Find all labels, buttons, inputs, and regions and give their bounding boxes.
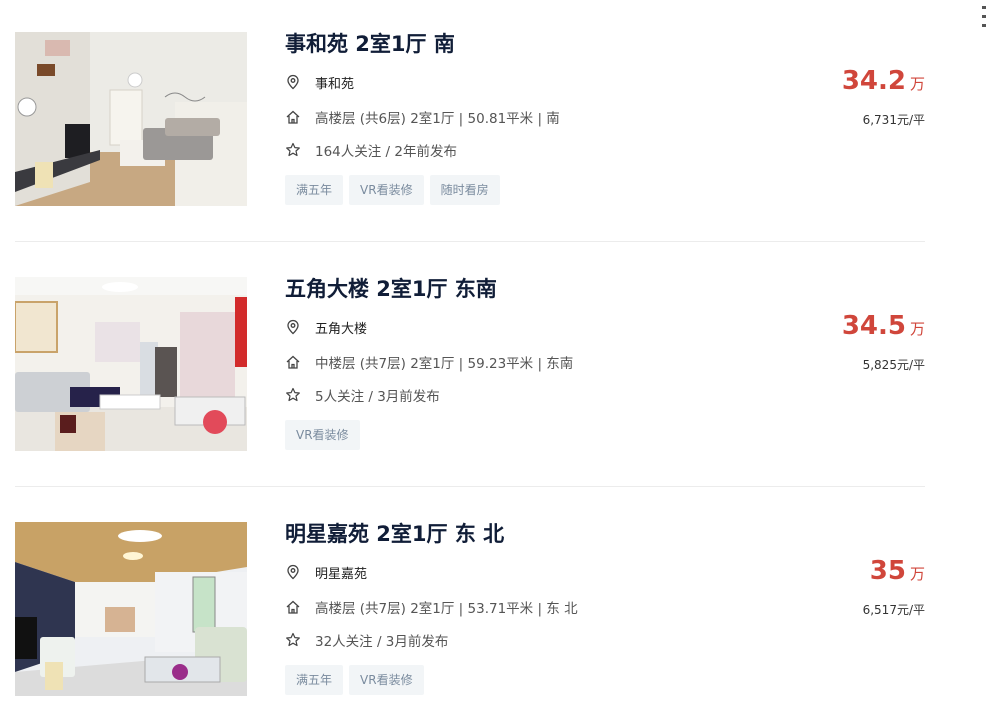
house-info-text: 中楼层 (共7层) 2室1厅 | 59.23平米 | 东南 <box>315 356 574 372</box>
listing-title[interactable]: 五角大楼 2室1厅 东南 <box>285 273 497 303</box>
tag: 满五年 <box>285 665 344 695</box>
star-icon <box>286 632 300 647</box>
community-link[interactable]: 明星嘉苑 <box>315 563 367 582</box>
star-icon <box>286 387 300 402</box>
tag: 满五年 <box>285 175 344 205</box>
house-icon <box>286 110 300 124</box>
follow-row: 5人关注 / 3月前发布 <box>285 385 440 405</box>
tag-list: 满五年 VR看装修 <box>285 665 424 695</box>
divider <box>15 486 925 487</box>
divider <box>15 241 925 242</box>
total-price: 34.2 万 <box>842 66 925 96</box>
house-info-text: 高楼层 (共7层) 2室1厅 | 53.71平米 | 东 北 <box>315 601 578 617</box>
tag: 随时看房 <box>429 175 500 205</box>
location-row: 明星嘉苑 <box>285 562 367 582</box>
community-link[interactable]: 事和苑 <box>315 73 354 92</box>
listing-title[interactable]: 明星嘉苑 2室1厅 东 北 <box>285 518 504 548</box>
tag: VR看装修 <box>349 175 424 205</box>
house-icon <box>286 600 300 614</box>
listing-photo[interactable] <box>15 522 247 696</box>
total-price-unit: 万 <box>909 565 925 583</box>
follow-text: 32人关注 / 3月前发布 <box>315 634 449 650</box>
listing-photo[interactable] <box>15 32 247 206</box>
house-info-text: 高楼层 (共6层) 2室1厅 | 50.81平米 | 南 <box>315 111 560 127</box>
listing-item: 五角大楼 2室1厅 东南 五角大楼 中楼层 (共7层) 2室1厅 | 59.23… <box>15 277 925 487</box>
star-icon <box>286 142 300 157</box>
tag-list: VR看装修 <box>285 420 360 450</box>
total-price: 34.5 万 <box>842 311 925 341</box>
follow-text: 5人关注 / 3月前发布 <box>315 389 440 405</box>
location-row: 事和苑 <box>285 72 354 92</box>
side-toolbar-edge <box>981 0 987 42</box>
total-price: 35 万 <box>870 556 925 586</box>
location-pin-icon <box>287 564 299 580</box>
listing-title[interactable]: 事和苑 2室1厅 南 <box>285 28 455 58</box>
total-price-unit: 万 <box>909 320 925 338</box>
follow-text: 164人关注 / 2年前发布 <box>315 144 457 160</box>
tag: VR看装修 <box>285 420 360 450</box>
house-info-row: 高楼层 (共6层) 2室1厅 | 50.81平米 | 南 <box>285 107 560 127</box>
total-price-value: 34.5 <box>841 311 906 341</box>
total-price-unit: 万 <box>909 75 925 93</box>
listing-item: 事和苑 2室1厅 南 事和苑 高楼层 (共6层) 2室1厅 | 50.81平米 … <box>15 32 925 242</box>
total-price-value: 34.2 <box>841 66 906 96</box>
follow-row: 164人关注 / 2年前发布 <box>285 140 457 160</box>
house-icon <box>286 355 300 369</box>
total-price-value: 35 <box>869 556 906 586</box>
community-link[interactable]: 五角大楼 <box>315 318 367 337</box>
location-pin-icon <box>287 319 299 335</box>
tag: VR看装修 <box>349 665 424 695</box>
location-row: 五角大楼 <box>285 317 367 337</box>
tag-list: 满五年 VR看装修 随时看房 <box>285 175 500 205</box>
house-info-row: 高楼层 (共7层) 2室1厅 | 53.71平米 | 东 北 <box>285 597 578 617</box>
unit-price: 6,731元/平 <box>862 113 925 127</box>
listing-photo[interactable] <box>15 277 247 451</box>
follow-row: 32人关注 / 3月前发布 <box>285 630 448 650</box>
location-pin-icon <box>287 74 299 90</box>
listing-item: 明星嘉苑 2室1厅 东 北 明星嘉苑 高楼层 (共7层) 2室1厅 | 53.7… <box>15 522 925 697</box>
unit-price: 5,825元/平 <box>862 358 925 372</box>
unit-price: 6,517元/平 <box>862 603 925 617</box>
house-info-row: 中楼层 (共7层) 2室1厅 | 59.23平米 | 东南 <box>285 352 573 372</box>
